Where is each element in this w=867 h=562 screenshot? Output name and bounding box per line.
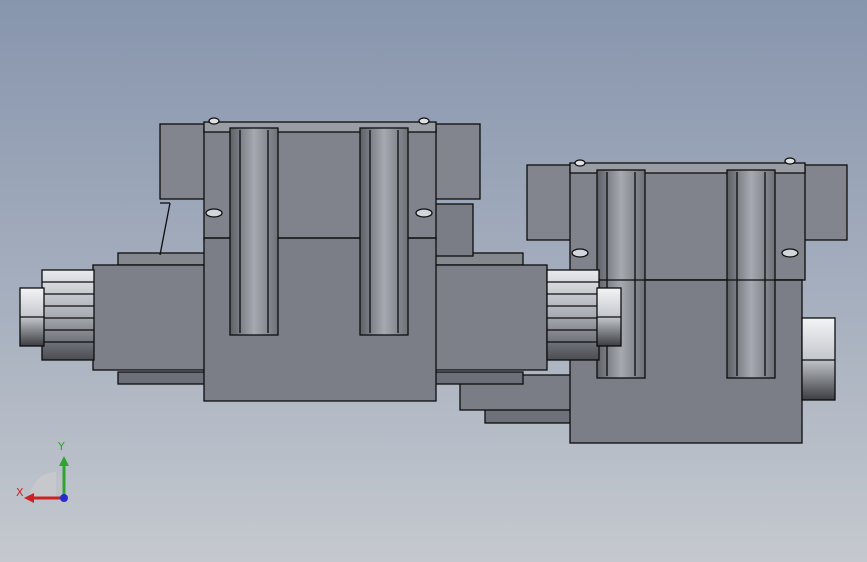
z-axis-dot: [60, 494, 68, 502]
3d-viewport[interactable]: Y X: [0, 0, 867, 562]
y-axis-label: Y: [58, 440, 65, 453]
triad-graphic: [24, 456, 69, 503]
x-axis-arrowhead: [24, 493, 34, 503]
valve-assembly-model[interactable]: [0, 0, 867, 562]
orientation-triad: Y X: [10, 440, 80, 510]
front-valve[interactable]: [19, 117, 622, 402]
x-axis-label: X: [16, 486, 24, 499]
y-axis-arrowhead: [59, 456, 69, 466]
